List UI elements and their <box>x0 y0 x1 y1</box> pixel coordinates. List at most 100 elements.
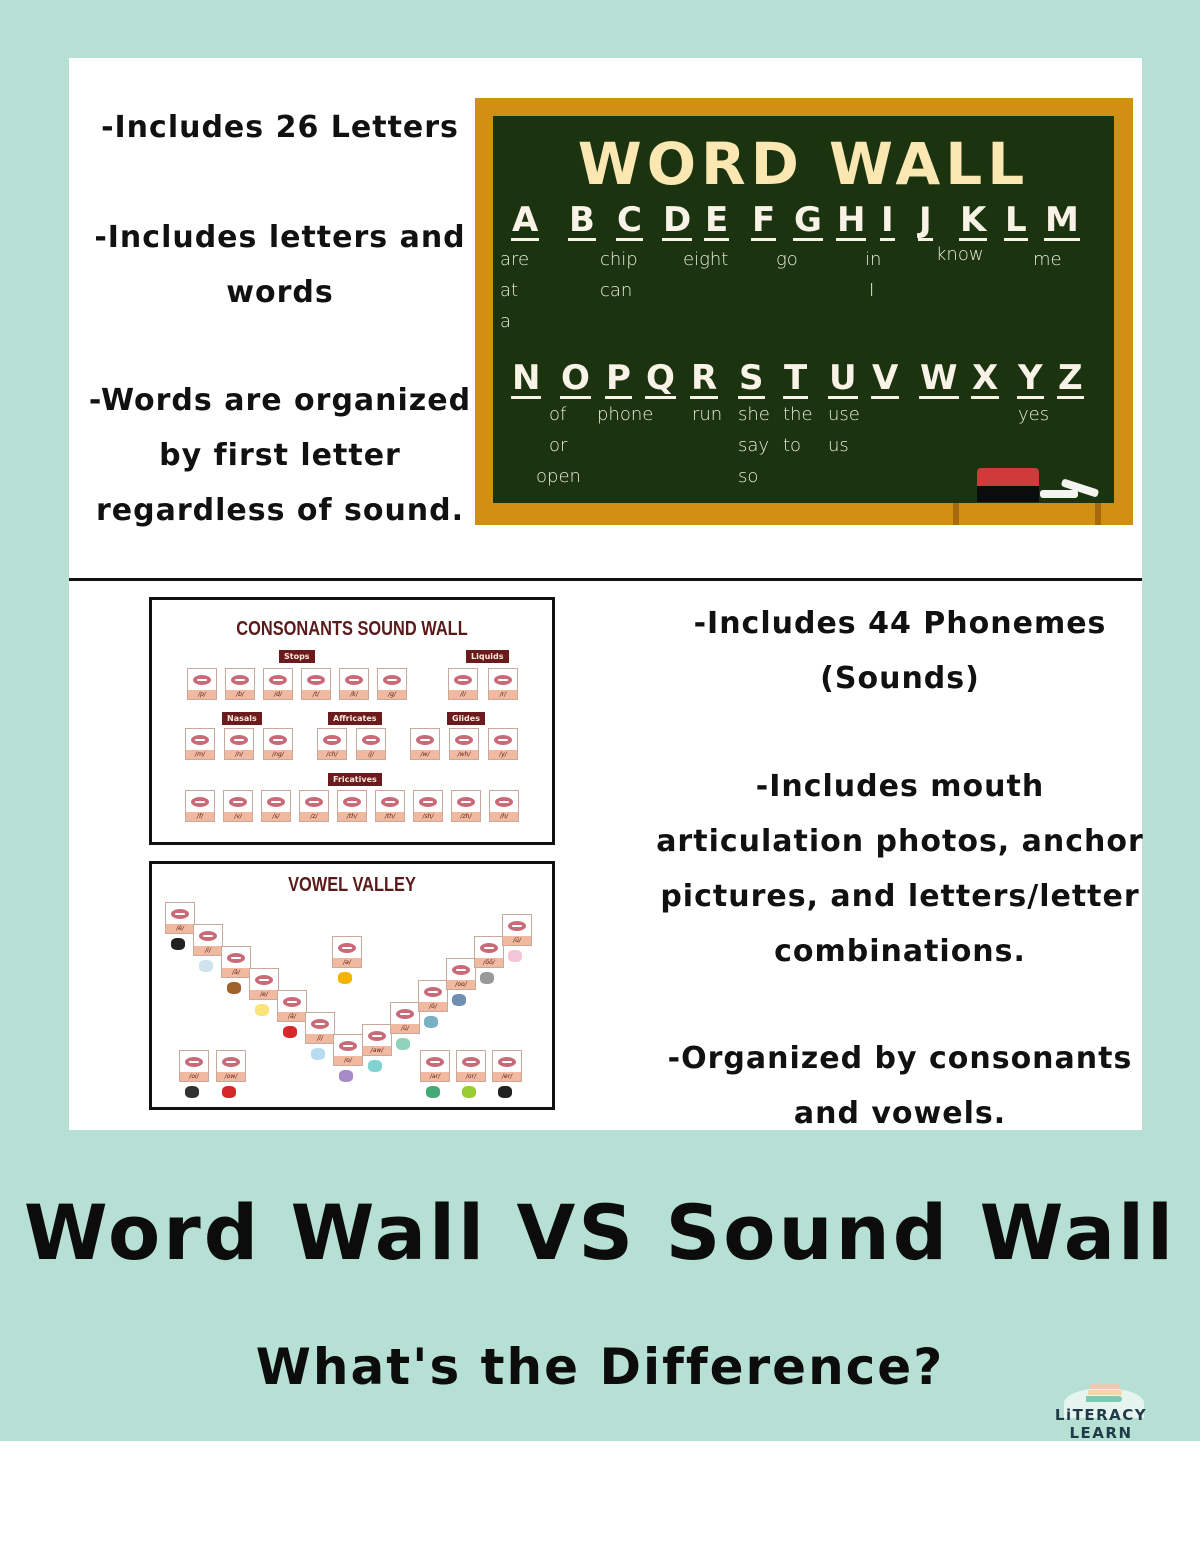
phoneme-label: /p/ <box>188 690 216 699</box>
mouth-icon <box>311 1019 329 1029</box>
sound-card: /zh/ <box>451 790 481 822</box>
vowel-card: /aw/ <box>362 1024 392 1056</box>
word-a: a <box>500 311 512 332</box>
category-label: Fricatives <box>328 773 382 786</box>
mouth-icon <box>424 987 442 997</box>
book-icon <box>1088 1390 1122 1395</box>
mouth-icon <box>230 735 248 745</box>
mouth-icon <box>191 735 209 745</box>
letter-o: O <box>560 358 591 399</box>
sound-card: /r/ <box>488 668 518 700</box>
letter-e: E <box>704 200 730 241</box>
mouth-icon <box>229 797 247 807</box>
mouth-icon <box>396 1009 414 1019</box>
phoneme-label: /s/ <box>262 812 290 821</box>
sound-card: /th/ <box>337 790 367 822</box>
letter-g: G <box>793 200 823 241</box>
phoneme-label: /r/ <box>489 690 517 699</box>
anchor-picture-icon <box>255 1004 269 1016</box>
sound-card: /b/ <box>225 668 255 700</box>
vowel-card: /e/ <box>249 968 279 1000</box>
letter-l: L <box>1004 200 1028 241</box>
mouth-icon <box>338 943 356 953</box>
word-a: at <box>500 280 519 301</box>
phoneme-label: /ar/ <box>421 1072 449 1081</box>
mouth-icon <box>171 909 189 919</box>
mouth-icon <box>323 735 341 745</box>
phoneme-label: /ŏŏ/ <box>475 958 503 967</box>
letter-r: R <box>690 358 719 399</box>
chalk-icon <box>1040 490 1078 498</box>
word-g: go <box>776 249 798 270</box>
word-r: run <box>692 404 723 425</box>
phoneme-label: /j/ <box>357 750 385 759</box>
letter-k: K <box>959 200 988 241</box>
letter-y: Y <box>1017 358 1044 399</box>
sound-card: /n/ <box>224 728 254 760</box>
mouth-icon <box>383 675 401 685</box>
phoneme-label: /ŭ/ <box>391 1024 419 1033</box>
word-c: can <box>600 280 633 301</box>
phoneme-label: /ā/ <box>222 968 250 977</box>
phoneme-label: /zh/ <box>452 812 480 821</box>
sound-card: /l/ <box>448 668 478 700</box>
phoneme-label: /g/ <box>378 690 406 699</box>
mouth-icon <box>269 675 287 685</box>
board-leg <box>1095 503 1101 525</box>
sound-card: /f/ <box>185 790 215 822</box>
word-i: in <box>865 249 882 270</box>
word-s: so <box>738 466 759 487</box>
phoneme-label: /l/ <box>449 690 477 699</box>
category-label: Stops <box>279 650 315 663</box>
mouth-icon <box>454 675 472 685</box>
anchor-picture-icon <box>339 1070 353 1082</box>
mouth-icon <box>307 675 325 685</box>
literacy-learn-logo: LiTERACY LEARN <box>1030 1378 1172 1442</box>
word-m: me <box>1033 249 1062 270</box>
anchor-picture-icon <box>338 972 352 984</box>
mouth-icon <box>452 965 470 975</box>
letter-q: Q <box>645 358 676 399</box>
sound-card: /v/ <box>223 790 253 822</box>
letter-i: I <box>880 200 895 241</box>
vowel-card: /oi/ <box>179 1050 209 1082</box>
vowel-card: /i/ <box>193 924 223 956</box>
anchor-picture-icon <box>480 972 494 984</box>
main-title: Word Wall VS Sound Wall <box>23 1188 1177 1277</box>
book-icon <box>1086 1396 1122 1402</box>
word-t: the <box>783 404 813 425</box>
mouth-icon <box>495 797 513 807</box>
letter-w: W <box>919 358 959 399</box>
phoneme-label: /f/ <box>186 812 214 821</box>
letter-x: X <box>971 358 1000 399</box>
word-wall-bullet-organized: -Words are organized by first letter reg… <box>88 383 472 528</box>
letter-z: Z <box>1057 358 1084 399</box>
mouth-icon <box>185 1057 203 1067</box>
word-o: open <box>536 466 581 487</box>
sound-card: /y/ <box>488 728 518 760</box>
phoneme-label: /oo/ <box>447 980 475 989</box>
mouth-icon <box>457 797 475 807</box>
word-p: phone <box>597 404 654 425</box>
letter-n: N <box>511 358 542 399</box>
letter-u: U <box>828 358 858 399</box>
phoneme-label: /oi/ <box>180 1072 208 1081</box>
vowel-card: /ow/ <box>216 1050 246 1082</box>
phoneme-label: /th/ <box>338 812 366 821</box>
anchor-picture-icon <box>498 1086 512 1098</box>
phoneme-label: /m/ <box>186 750 214 759</box>
eraser-icon <box>977 468 1039 502</box>
mouth-icon <box>419 797 437 807</box>
anchor-picture-icon <box>283 1026 297 1038</box>
phoneme-label: /or/ <box>457 1072 485 1081</box>
letter-b: B <box>568 200 596 241</box>
phoneme-label: /v/ <box>224 812 252 821</box>
word-u: us <box>828 435 849 456</box>
word-k: know <box>936 244 984 265</box>
section-divider <box>69 578 1142 581</box>
sound-wall-bullet-organized: -Organized by consonants and vowels. <box>667 1041 1133 1131</box>
phoneme-label: /ū/ <box>503 936 531 945</box>
mouth-icon <box>498 1057 516 1067</box>
letter-v: V <box>871 358 900 399</box>
mouth-icon <box>269 735 287 745</box>
